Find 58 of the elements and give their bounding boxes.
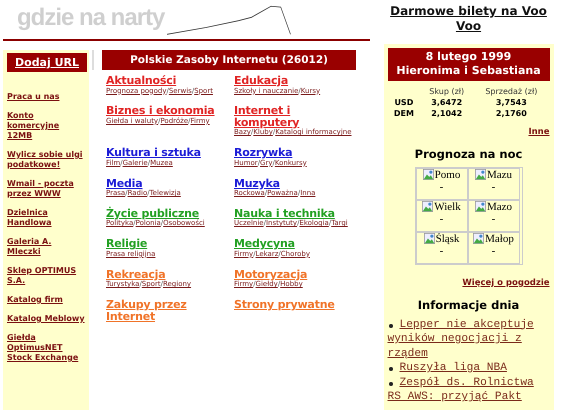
weather-value: - [440,180,444,193]
image-alt-text: Mazu [486,168,512,181]
broken-image-icon [473,233,484,244]
weather-value: - [492,180,496,193]
category-link[interactable]: Muzyka [234,178,354,190]
sidebar-link[interactable]: Konto komercyjne 12MB [7,111,87,141]
category-link[interactable]: Edukacja [234,75,354,87]
sidebar-link[interactable]: Praca u nas [7,92,87,102]
rates-header: Skup (zł) [428,86,466,97]
more-rates-link[interactable]: Inne [528,126,550,137]
sidebar-link[interactable]: Sklep OPTIMUS S.A. [7,266,87,286]
sidebar-link[interactable]: Katalog firm [7,295,87,305]
broken-image-icon [424,233,435,244]
image-alt-text: Małop [485,232,514,245]
promo-link[interactable]: Darmowe bilety na Voo Voo [384,4,554,34]
sidebar-link[interactable]: Katalog Meblowy [7,314,87,324]
directory-title: Polskie Zasoby Internetu (26012) [102,50,356,70]
image-alt-text: Mazo [486,200,512,213]
category-link[interactable]: Aktualności [106,75,232,87]
news-link[interactable]: Zespół ds. Rolnictwa RS AWS: przyjąć Pakt [388,376,548,405]
name-day-text: Hieronima i Sebastiana [396,64,541,79]
broken-image-icon [474,201,486,212]
buy-rate-cell-text: 3,6472 [430,96,464,108]
weather-value: - [440,212,444,225]
weather-value: - [492,244,496,257]
forecast-title: Prognoza na noc [414,146,524,161]
more-weather-link[interactable]: Więcej o pogodzie [462,278,550,288]
category-link[interactable]: Internet i komputery [234,105,354,128]
sidebar-link[interactable]: Galeria A. Mleczki [7,237,87,257]
sidebar-link[interactable]: Wmail - poczta przez WWW [7,179,87,199]
category-link[interactable]: Rozrywka [234,147,354,159]
image-alt-text: Wielk [434,200,461,213]
broken-image-icon [474,169,486,180]
category-link[interactable]: Kultura i sztuka [106,147,232,159]
bullet-icon [388,367,392,372]
sidebar-link[interactable]: Giełda OptimusNET Stock Exchange [7,333,87,363]
bullet-icon [388,324,392,328]
sell-rate-cell-text: 2,1760 [494,108,528,119]
date-text: 8 lutego 1999 [426,50,512,64]
sidebar-link[interactable]: Dzielnica Handlowa [7,208,87,228]
category-link[interactable]: Media [106,178,232,190]
category-link[interactable]: Biznes i ekonomia [106,105,232,117]
rates-header: Sprzedaż (zł) [484,86,538,97]
add-url-button[interactable]: Dodaj URL [7,53,87,72]
weather-value: - [492,212,496,225]
image-alt-text: Pomo [434,168,460,181]
sidebar-link[interactable]: Wylicz sobie ulgi podatkowe! [7,150,87,170]
news-title: Informacje dnia [416,298,520,312]
news-link[interactable]: Ruszyła liga NBA [388,361,548,376]
bullet-icon [388,382,392,386]
broken-image-icon [422,169,434,180]
sell-rate-cell-text: 3,7543 [494,96,528,108]
weather-value: - [440,244,444,257]
news-link[interactable]: Lepper nie akceptuje wyników negocjacji z rządem [388,318,548,362]
buy-rate-cell-text: 2,1042 [430,108,464,119]
broken-image-icon [422,201,434,212]
currency-cell-text: USD [393,96,414,108]
currency-cell-text: DEM [392,108,415,119]
